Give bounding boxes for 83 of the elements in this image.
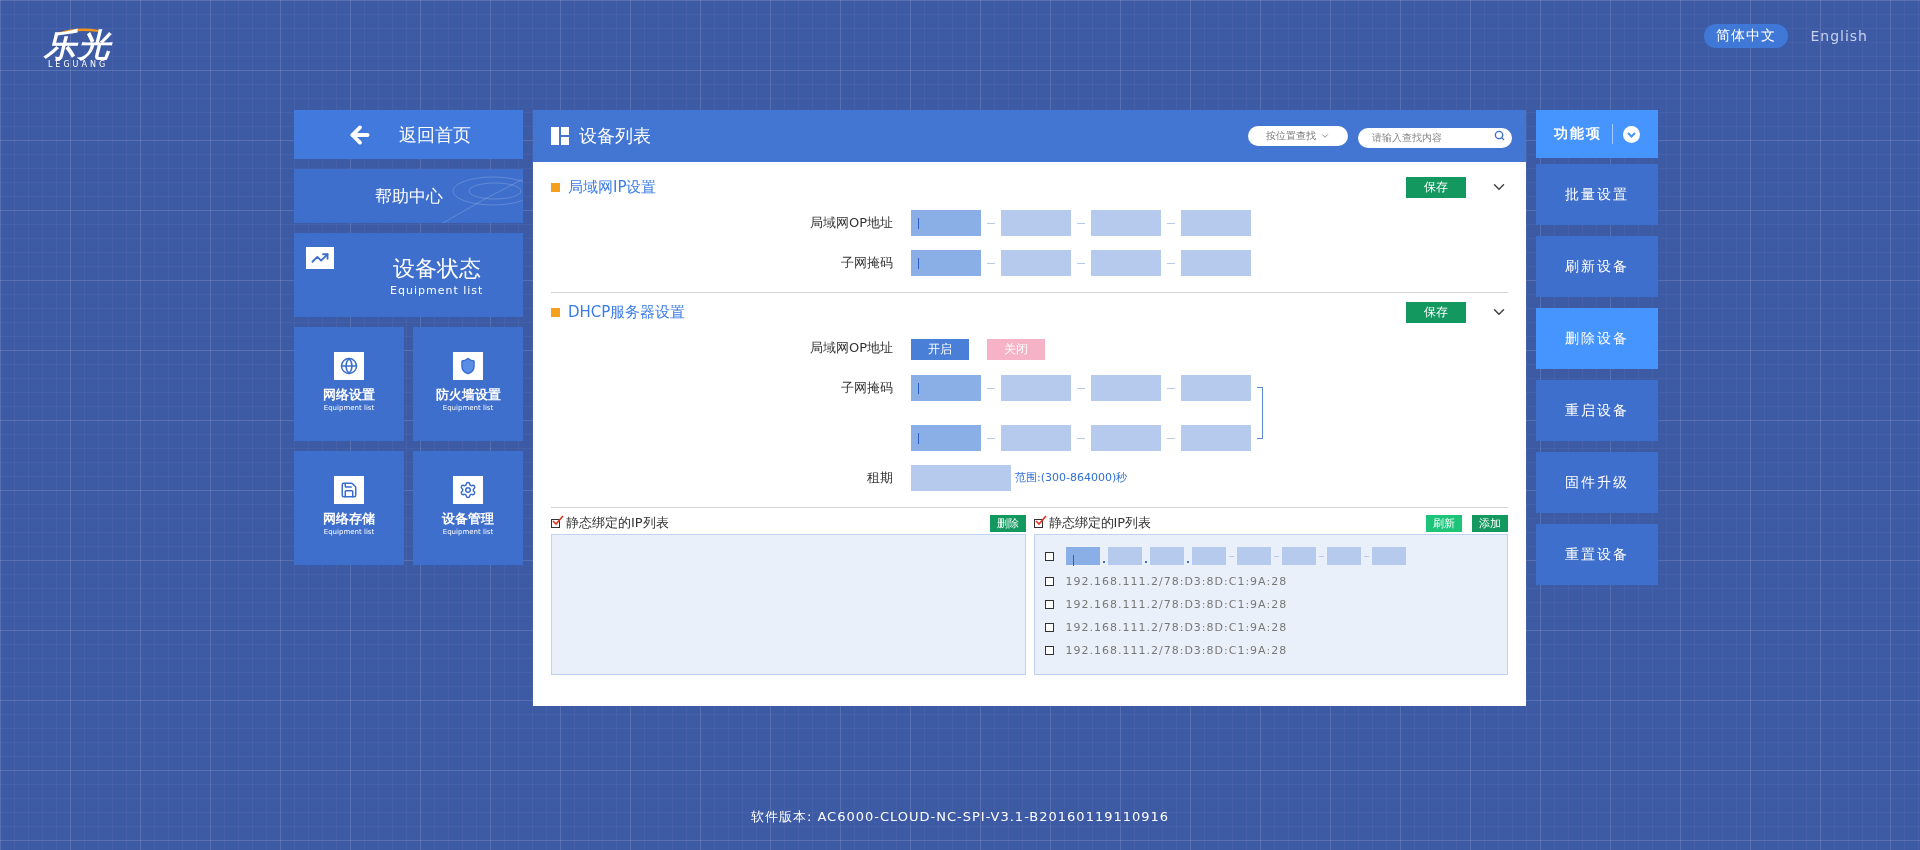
bracket-line: [1257, 387, 1263, 439]
list-action-button[interactable]: 添加: [1472, 514, 1508, 532]
entry-field[interactable]: [1236, 547, 1271, 565]
save-button[interactable]: 保存: [1406, 176, 1466, 198]
tile-title: 网络存储: [323, 510, 375, 528]
search-icon: [1494, 130, 1505, 141]
function-item[interactable]: 删除设备: [1536, 308, 1658, 369]
status-card[interactable]: 设备状态 Equipment list: [294, 233, 523, 317]
ip-mac-entry: 192.168.111.2/78:D3:8D:C1:9A:28: [1065, 598, 1288, 611]
field-label: 子网掩码: [840, 254, 893, 272]
language-option[interactable]: 简体中文: [1704, 24, 1789, 48]
function-item[interactable]: 重启设备: [1536, 380, 1658, 441]
ip-field[interactable]: [1001, 375, 1071, 401]
ip-field[interactable]: [911, 210, 981, 236]
field-label: 租期: [866, 469, 893, 487]
checkbox[interactable]: [1044, 623, 1054, 632]
field-label: 局域网OP地址: [808, 339, 893, 357]
list-title: 静态绑定的IP列表: [566, 514, 670, 532]
entry-field[interactable]: [1191, 547, 1226, 565]
function-menu-button[interactable]: 功能项: [1536, 110, 1658, 158]
ip-field[interactable]: [1181, 210, 1251, 236]
tile-title: 网络设置: [323, 386, 375, 404]
globe-icon: [334, 352, 364, 380]
ip-field[interactable]: [1091, 250, 1161, 276]
entry-field[interactable]: [1281, 547, 1316, 565]
field-label: 局域网OP地址: [808, 214, 893, 232]
card-subtitle: Equipment list: [390, 283, 484, 297]
language-option[interactable]: English: [1798, 25, 1880, 47]
line-chart-icon: [306, 247, 334, 269]
ip-mac-entry: 192.168.111.2/78:D3:8D:C1:9A:28: [1065, 644, 1288, 657]
ip-field[interactable]: [1091, 375, 1161, 401]
entry-field[interactable]: [1371, 547, 1406, 565]
gear-icon: [453, 476, 483, 504]
chevron-down-icon: [1320, 131, 1330, 141]
save-button[interactable]: 保存: [1406, 301, 1466, 323]
checkbox[interactable]: [1044, 646, 1054, 655]
function-item[interactable]: 重置设备: [1536, 524, 1658, 585]
field-label: 子网掩码: [840, 379, 893, 397]
bullet-icon: [551, 307, 560, 317]
ip-mac-entry: 192.168.111.2/78:D3:8D:C1:9A:28: [1065, 575, 1288, 588]
ip-field[interactable]: [911, 250, 981, 276]
checkbox[interactable]: [1044, 600, 1054, 609]
entry-field[interactable]: [1149, 547, 1184, 565]
layout-icon: [551, 127, 569, 145]
search-field[interactable]: 请输入查找内容: [1358, 127, 1512, 148]
back-home-button[interactable]: 返回首页: [294, 110, 523, 159]
logo: 乐光 LEGUANG: [42, 28, 114, 70]
lease-field[interactable]: [911, 465, 1011, 491]
shield-icon: [453, 352, 483, 380]
ip-field[interactable]: [1001, 250, 1071, 276]
entry-field[interactable]: [1107, 547, 1142, 565]
list-title: 静态绑定的IP列表: [1048, 514, 1153, 532]
help-center-button[interactable]: 帮助中心: [294, 169, 523, 223]
range-hint: 范围:(300-864000)秒: [1015, 470, 1128, 486]
section-title: 局域网IP设置: [568, 177, 658, 197]
card-title: 设备状态: [392, 254, 481, 283]
ip-field[interactable]: [1001, 425, 1071, 451]
entry-field[interactable]: [1065, 547, 1100, 565]
chevron-circle-icon: [1623, 125, 1640, 143]
ip-field[interactable]: [1091, 210, 1161, 236]
bullet-icon: [551, 182, 560, 192]
toggle-option[interactable]: 开启: [911, 338, 969, 360]
ip-field[interactable]: [1181, 375, 1251, 401]
function-item[interactable]: 批量设置: [1536, 164, 1658, 225]
panel-title: 设备列表: [579, 124, 652, 148]
function-item[interactable]: 刷新设备: [1536, 236, 1658, 297]
checkbox[interactable]: [1044, 551, 1054, 561]
ip-field[interactable]: [911, 425, 981, 451]
ip-field[interactable]: [1091, 425, 1161, 451]
entry-field[interactable]: [1326, 547, 1361, 565]
ip-field[interactable]: [1181, 425, 1251, 451]
location-select[interactable]: 按位置查找: [1248, 126, 1348, 146]
tile-title: 设备管理: [442, 510, 494, 528]
version-text: 软件版本: AC6000-CLOUD-NC-SPI-V3.1-B20160119110916: [750, 808, 1170, 826]
ip-field[interactable]: [1001, 210, 1071, 236]
ip-field[interactable]: [1181, 250, 1251, 276]
section-title: DHCP服务器设置: [568, 302, 687, 322]
checkbox[interactable]: [1044, 577, 1054, 586]
ip-mac-entry: 192.168.111.2/78:D3:8D:C1:9A:28: [1065, 621, 1288, 634]
ip-field[interactable]: [911, 375, 981, 401]
function-item[interactable]: 固件升级: [1536, 452, 1658, 513]
list-action-button[interactable]: 删除: [989, 514, 1026, 532]
tile-title: 防火墙设置: [435, 386, 501, 404]
